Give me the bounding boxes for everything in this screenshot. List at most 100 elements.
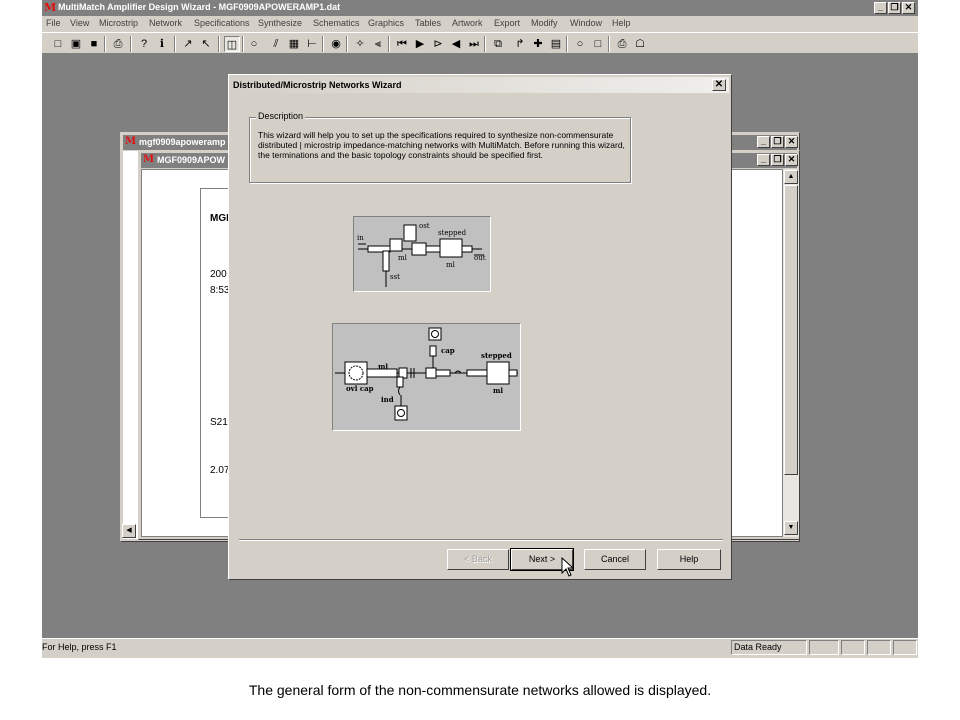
- probe-icon[interactable]: ✧: [352, 36, 368, 52]
- menu-window[interactable]: Window: [570, 18, 602, 28]
- component-icon[interactable]: ⊢: [304, 36, 320, 52]
- scroll-down-button[interactable]: ▼: [784, 521, 798, 535]
- node-icon[interactable]: ✚: [530, 36, 546, 52]
- menu-artwork[interactable]: Artwork: [452, 18, 483, 28]
- first-icon[interactable]: ⏮: [394, 36, 410, 52]
- toolbar-separator: [346, 36, 348, 52]
- tool-a-icon[interactable]: ↗: [180, 36, 196, 52]
- child-back-maximize-button[interactable]: ❒: [771, 136, 784, 148]
- label-cap: cap: [441, 346, 455, 355]
- label-out: out: [474, 254, 486, 262]
- child-window-back-title: mgf0909apoweramp: [139, 137, 226, 147]
- toolbar-separator: [608, 36, 610, 52]
- description-group: Description This wizard will help you to…: [249, 111, 631, 183]
- menu-export[interactable]: Export: [494, 18, 520, 28]
- copy-icon[interactable]: ⧉: [490, 36, 506, 52]
- doc-line-time: 8:53: [210, 285, 230, 296]
- target-icon[interactable]: ◉: [328, 36, 344, 52]
- app-title: MultiMatch Amplifier Design Wizard - MGF…: [58, 2, 341, 12]
- slide-caption: The general form of the non-commensurate…: [248, 682, 712, 698]
- circle-icon[interactable]: ○: [246, 36, 262, 52]
- print-preview-icon[interactable]: ⎙: [614, 36, 630, 52]
- lock-icon[interactable]: ☖: [632, 36, 648, 52]
- last-icon[interactable]: ⏭: [466, 36, 482, 52]
- wizard-title: Distributed/Microstrip Networks Wizard: [233, 80, 402, 90]
- help-button[interactable]: Help: [657, 549, 721, 570]
- restore-button[interactable]: ❒: [888, 2, 901, 14]
- app-logo-icon: M: [44, 1, 57, 14]
- tool-b-icon[interactable]: ↖: [198, 36, 214, 52]
- scroll-thumb[interactable]: [784, 185, 798, 475]
- vertical-scrollbar[interactable]: ▲ ▼: [783, 169, 799, 537]
- status-pane-2: [809, 640, 839, 655]
- label-stepped-2: stepped: [481, 351, 512, 360]
- select-icon[interactable]: ◫: [224, 36, 240, 52]
- menu-view[interactable]: View: [70, 18, 89, 28]
- status-bar: For Help, press F1 Data Ready: [42, 638, 918, 658]
- doc-line-date: 200: [210, 269, 227, 280]
- label-sst: sst: [390, 273, 400, 281]
- menu-graphics[interactable]: Graphics: [368, 18, 404, 28]
- menu-schematics[interactable]: Schematics: [313, 18, 360, 28]
- topology-diagram-2-svg: [335, 327, 518, 421]
- arrow-icon[interactable]: ↱: [512, 36, 528, 52]
- menu-modify[interactable]: Modify: [531, 18, 558, 28]
- topology-diagram-2: cap stepped ml ovl cap ml ind: [332, 323, 521, 431]
- toolbar-separator: [174, 36, 176, 52]
- child-front-close-button[interactable]: ✕: [785, 154, 798, 166]
- scroll-left-button[interactable]: ◀: [122, 524, 136, 538]
- context-help-icon[interactable]: ℹ: [154, 36, 170, 52]
- box-icon[interactable]: ▤: [548, 36, 564, 52]
- cancel-button[interactable]: Cancel: [584, 549, 646, 570]
- menu-file[interactable]: File: [46, 18, 61, 28]
- child-front-minimize-button[interactable]: _: [757, 154, 770, 166]
- menu-bar: File View Microstrip Network Specificati…: [42, 16, 918, 31]
- child-back-close-button[interactable]: ✕: [785, 136, 798, 148]
- child-back-minimize-button[interactable]: _: [757, 136, 770, 148]
- label-in: in: [357, 234, 364, 242]
- save-icon[interactable]: ■: [86, 36, 102, 52]
- label-ml-2: ml: [446, 261, 455, 269]
- status-pane-4: [867, 640, 891, 655]
- doc-line-value: 2.07: [210, 465, 230, 476]
- minimize-button[interactable]: _: [874, 2, 887, 14]
- toolbar-separator: [388, 36, 390, 52]
- topology-diagram-1: ost stepped in ml ml out sst: [353, 216, 491, 292]
- scroll-up-button[interactable]: ▲: [784, 170, 798, 184]
- toolbar-separator: [322, 36, 324, 52]
- back-button[interactable]: < Back: [447, 549, 509, 570]
- toolbar-separator: [218, 36, 220, 52]
- label-ost: ost: [419, 222, 430, 230]
- yellow-square-icon[interactable]: □: [590, 36, 606, 52]
- description-text: This wizard will help you to set up the …: [258, 130, 625, 160]
- label-stepped: stepped: [438, 229, 467, 237]
- yellow-circle-icon[interactable]: ○: [572, 36, 588, 52]
- play-icon[interactable]: ▶: [412, 36, 428, 52]
- menu-help[interactable]: Help: [612, 18, 631, 28]
- toolbar-separator: [130, 36, 132, 52]
- tune-icon[interactable]: ⫷: [370, 36, 386, 52]
- back-icon[interactable]: ◀: [448, 36, 464, 52]
- wizard-close-button[interactable]: ✕: [712, 79, 726, 91]
- open-icon[interactable]: ▣: [68, 36, 84, 52]
- menu-specifications[interactable]: Specifications: [194, 18, 250, 28]
- step-icon[interactable]: ⊳: [430, 36, 446, 52]
- transformer-icon[interactable]: ⫽: [268, 36, 284, 52]
- help-icon[interactable]: ?: [136, 36, 152, 52]
- child-front-logo-icon: M: [143, 154, 155, 165]
- wizard-separator: [239, 539, 723, 541]
- grid-icon[interactable]: ▦: [286, 36, 302, 52]
- app-title-bar[interactable]: M MultiMatch Amplifier Design Wizard - M…: [42, 0, 918, 16]
- menu-synthesize[interactable]: Synthesize: [258, 18, 302, 28]
- child-back-client: [123, 151, 139, 539]
- wizard-title-bar[interactable]: Distributed/Microstrip Networks Wizard ✕: [231, 77, 729, 93]
- child-front-maximize-button[interactable]: ❒: [771, 154, 784, 166]
- new-icon[interactable]: □: [50, 36, 66, 52]
- menu-tables[interactable]: Tables: [415, 18, 441, 28]
- menu-network[interactable]: Network: [149, 18, 182, 28]
- menu-microstrip[interactable]: Microstrip: [99, 18, 138, 28]
- close-button[interactable]: ✕: [902, 2, 915, 14]
- status-pane-5: [893, 640, 917, 655]
- print-icon[interactable]: ⎙: [110, 36, 126, 52]
- label-ind: ind: [381, 395, 394, 404]
